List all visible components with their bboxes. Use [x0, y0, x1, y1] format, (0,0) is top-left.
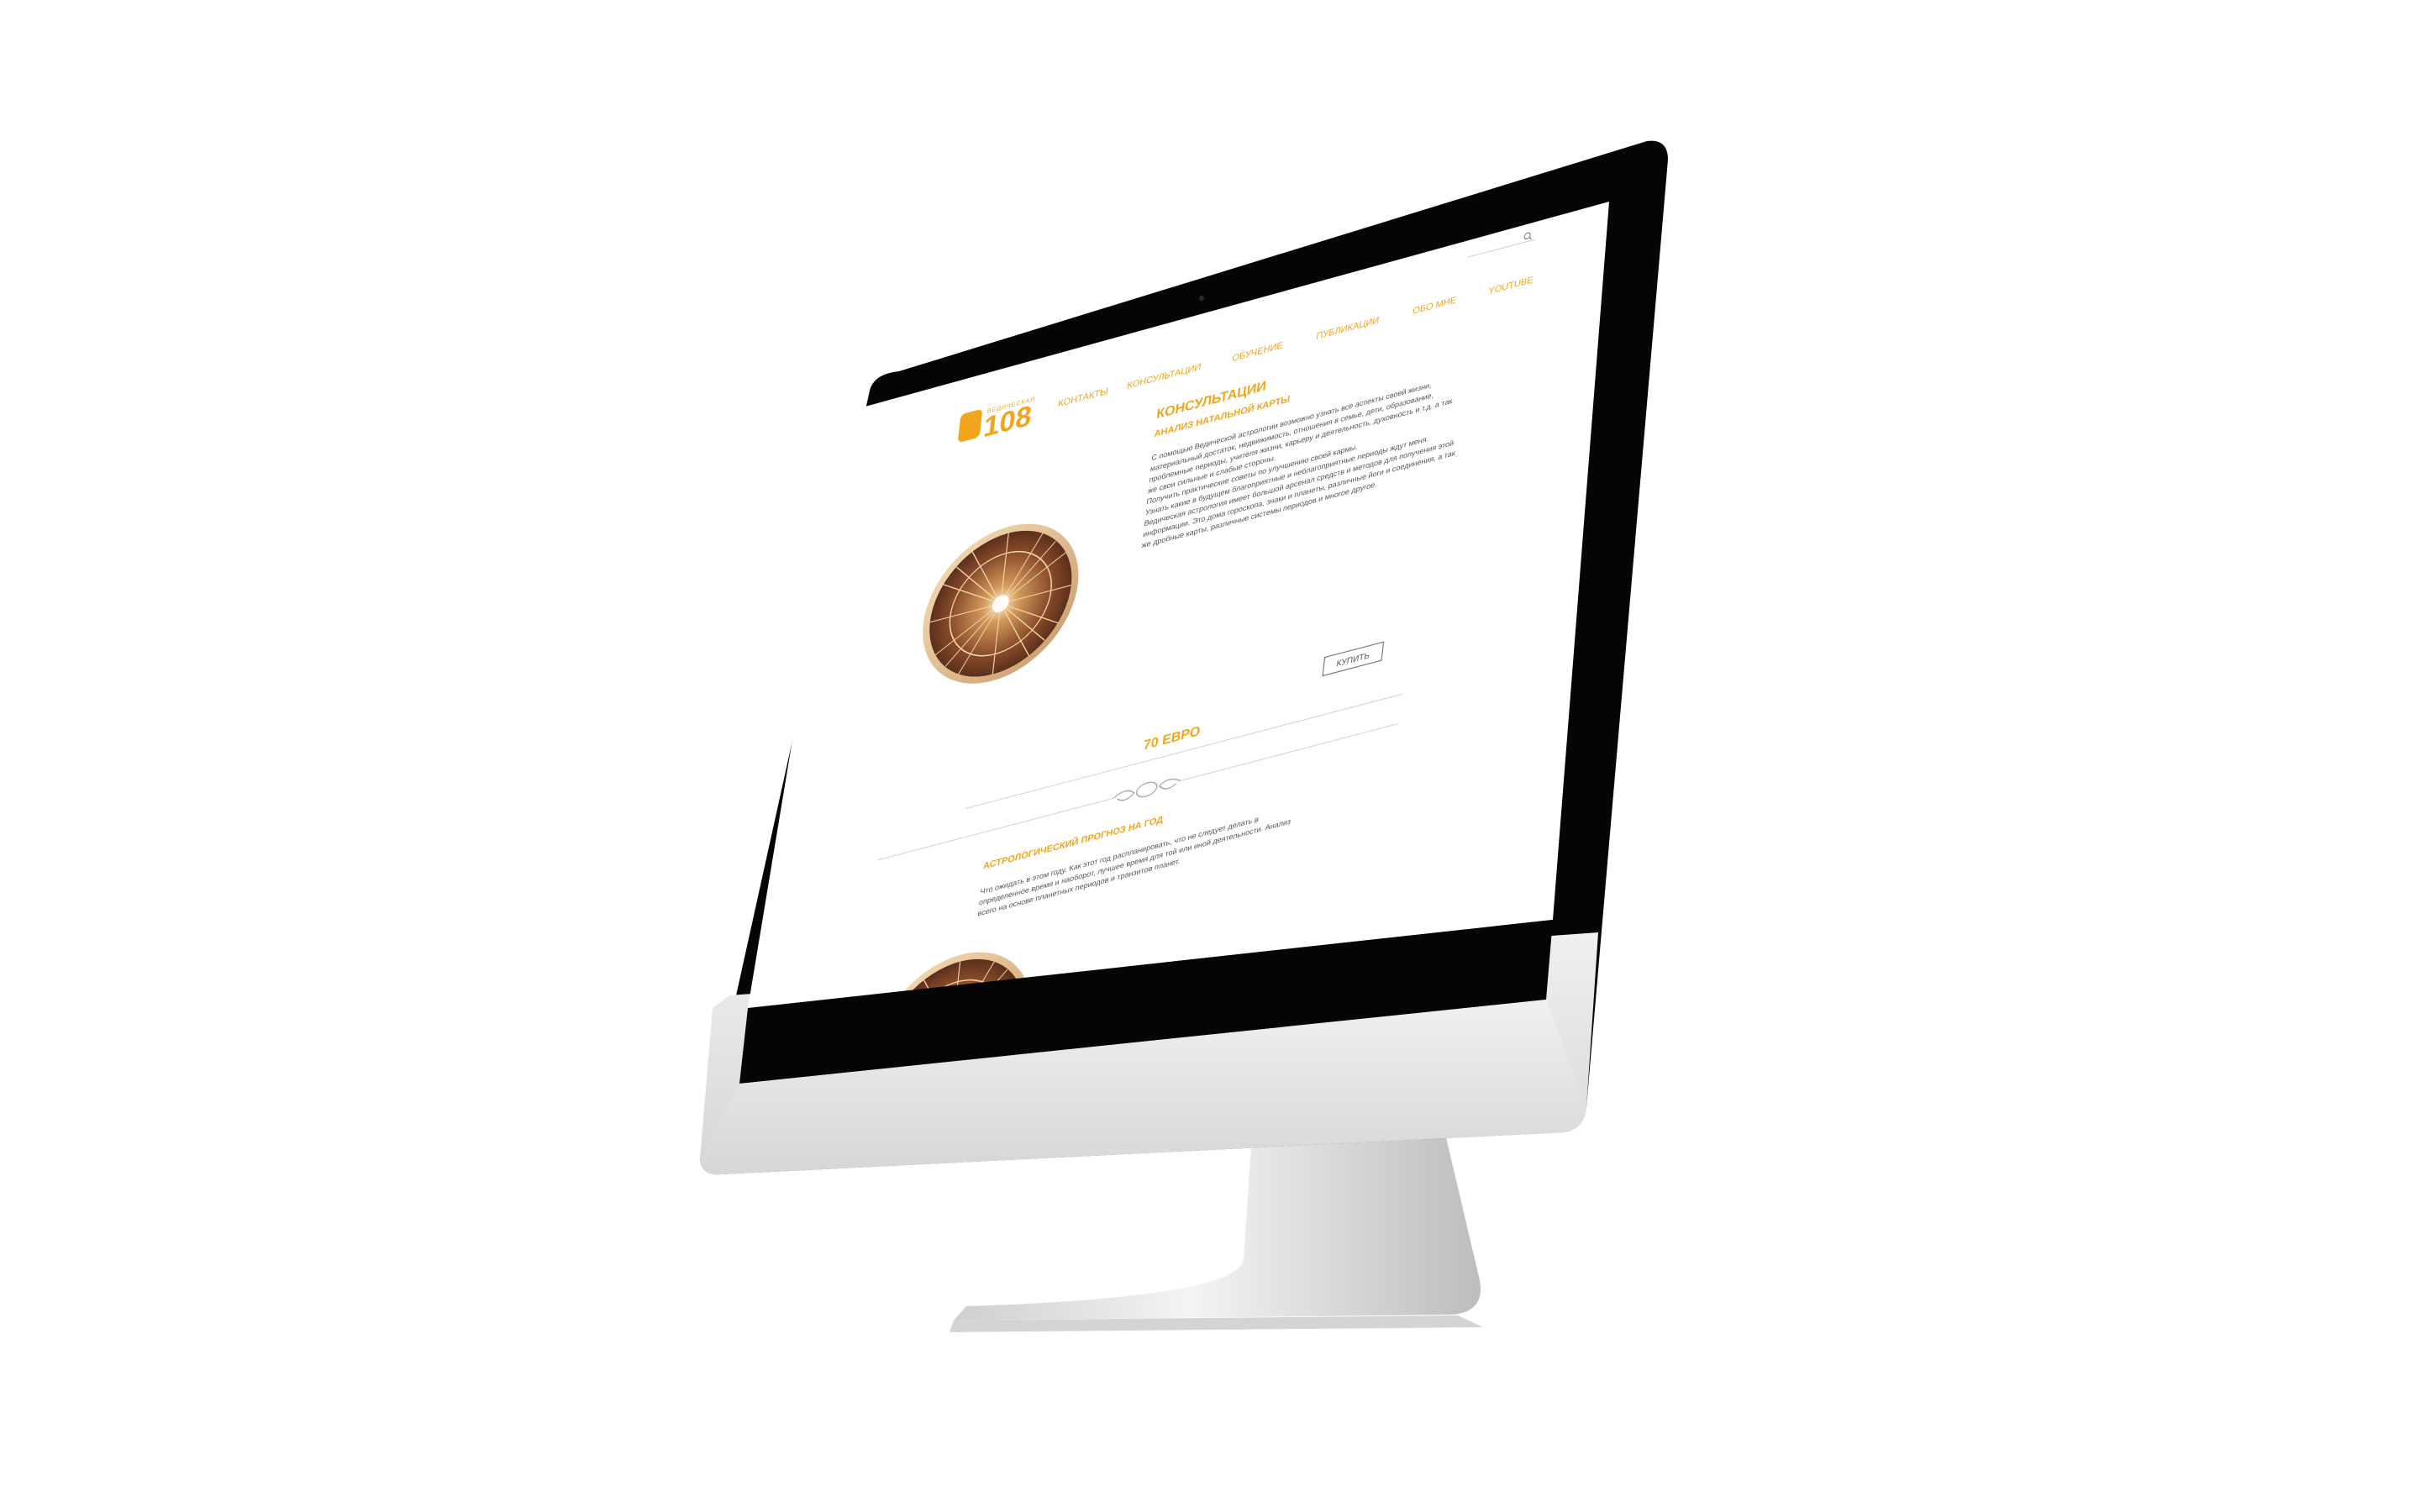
- camera-icon: [1199, 296, 1204, 301]
- monitor-stand: [950, 1134, 1483, 1332]
- screen: [748, 202, 1609, 1008]
- monitor-scene: ВЕДИЧЕСКАЯ 108 КОНТАКТЫ КОНСУЛЬТАЦИИ ОБУ…: [700, 140, 1668, 1332]
